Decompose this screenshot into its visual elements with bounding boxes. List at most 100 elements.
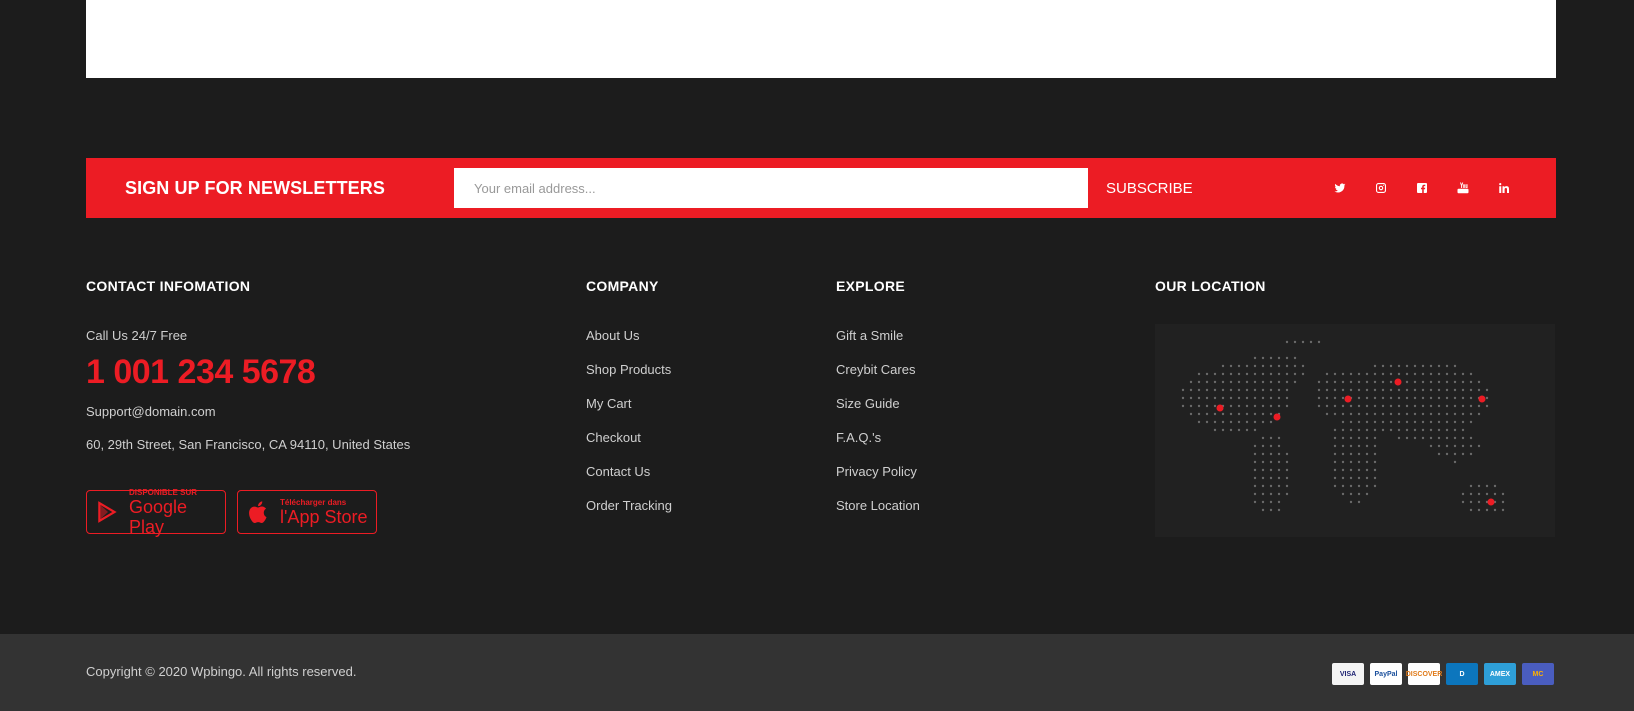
map-dot: [1293, 372, 1297, 376]
map-dot: [1237, 364, 1241, 368]
map-dot: [1341, 492, 1345, 496]
map-dot: [1229, 364, 1233, 368]
map-dot: [1461, 452, 1465, 456]
map-dot: [1453, 364, 1457, 368]
map-dot: [1333, 444, 1337, 448]
map-dot: [1229, 380, 1233, 384]
phone-number[interactable]: 1 001 234 5678: [86, 353, 546, 392]
map-dot: [1469, 484, 1473, 488]
map-dot: [1269, 420, 1273, 424]
location-pin-icon[interactable]: [1478, 395, 1486, 403]
map-dot: [1429, 372, 1433, 376]
map-dot: [1349, 412, 1353, 416]
map-dot: [1205, 388, 1209, 392]
map-dot: [1365, 388, 1369, 392]
map-dot: [1405, 372, 1409, 376]
map-dot: [1333, 468, 1337, 472]
list-item: Checkout: [586, 430, 672, 464]
location-pin-icon[interactable]: [1273, 413, 1281, 421]
link-checkout[interactable]: Checkout: [586, 430, 641, 445]
map-dot: [1469, 436, 1473, 440]
support-email[interactable]: Support@domain.com: [86, 404, 546, 419]
map-dot: [1365, 380, 1369, 384]
map-dot: [1469, 388, 1473, 392]
map-dot: [1221, 428, 1225, 432]
map-dot: [1253, 492, 1257, 496]
contact-column: CONTACT INFOMATION Call Us 24/7 Free 1 0…: [86, 278, 546, 537]
map-dot: [1277, 500, 1281, 504]
map-dot: [1253, 356, 1257, 360]
map-dot: [1341, 468, 1345, 472]
map-dot: [1189, 404, 1193, 408]
map-dot: [1261, 460, 1265, 464]
map-dot: [1237, 396, 1241, 400]
link-faqs[interactable]: F.A.Q.'s: [836, 430, 881, 445]
link-my-cart[interactable]: My Cart: [586, 396, 632, 411]
map-dot: [1277, 452, 1281, 456]
map-dot: [1413, 412, 1417, 416]
map-dot: [1461, 404, 1465, 408]
google-play-button[interactable]: DISPONIBLE SUR Google Play: [86, 488, 226, 537]
map-dot: [1317, 396, 1321, 400]
map-dot: [1453, 460, 1457, 464]
link-store-location[interactable]: Store Location: [836, 498, 920, 513]
youtube-icon[interactable]: [1454, 177, 1472, 199]
map-dot: [1285, 340, 1289, 344]
map-dot: [1437, 444, 1441, 448]
map-dot: [1349, 492, 1353, 496]
location-pin-icon[interactable]: [1344, 395, 1352, 403]
link-shop-products[interactable]: Shop Products: [586, 362, 671, 377]
list-item: F.A.Q.'s: [836, 430, 920, 464]
link-creybit-cares[interactable]: Creybit Cares: [836, 362, 915, 377]
map-dot: [1437, 412, 1441, 416]
map-dot: [1229, 396, 1233, 400]
location-pin-icon[interactable]: [1216, 404, 1224, 412]
map-dot: [1269, 444, 1273, 448]
map-dot: [1285, 388, 1289, 392]
location-column: OUR LOCATION: [1155, 278, 1555, 537]
location-pin-icon[interactable]: [1394, 378, 1402, 386]
map-dot: [1253, 428, 1257, 432]
map-dot: [1197, 388, 1201, 392]
instagram-icon[interactable]: [1372, 177, 1390, 199]
map-dot: [1453, 444, 1457, 448]
location-pin-icon[interactable]: [1487, 498, 1495, 506]
subscribe-button[interactable]: SUBSCRIBE: [1106, 168, 1216, 208]
link-privacy-policy[interactable]: Privacy Policy: [836, 464, 917, 479]
map-dot: [1261, 364, 1265, 368]
map-dot: [1245, 388, 1249, 392]
map-dot: [1301, 364, 1305, 368]
map-dot: [1429, 380, 1433, 384]
list-item: Contact Us: [586, 464, 672, 498]
map-dot: [1189, 396, 1193, 400]
link-contact-us[interactable]: Contact Us: [586, 464, 650, 479]
link-about-us[interactable]: About Us: [586, 328, 639, 343]
link-gift-a-smile[interactable]: Gift a Smile: [836, 328, 903, 343]
map-dot: [1285, 404, 1289, 408]
map-dot: [1429, 444, 1433, 448]
map-dot: [1277, 476, 1281, 480]
map-dot: [1381, 412, 1385, 416]
map-dot: [1285, 396, 1289, 400]
payment-icon-discover: DISCOVER: [1406, 663, 1442, 685]
app-store-button[interactable]: Télécharger dans l'App Store: [237, 490, 377, 534]
facebook-icon[interactable]: [1413, 177, 1431, 199]
world-map[interactable]: [1155, 324, 1555, 537]
twitter-icon[interactable]: [1331, 177, 1349, 199]
map-dot: [1237, 388, 1241, 392]
map-dot: [1389, 412, 1393, 416]
map-dot: [1485, 492, 1489, 496]
map-dot: [1461, 436, 1465, 440]
map-dot: [1245, 380, 1249, 384]
link-order-tracking[interactable]: Order Tracking: [586, 498, 672, 513]
map-dot: [1261, 356, 1265, 360]
map-dot: [1373, 452, 1377, 456]
payment-icon-amex: AMEX: [1484, 663, 1516, 685]
map-dot: [1333, 460, 1337, 464]
link-size-guide[interactable]: Size Guide: [836, 396, 900, 411]
email-input[interactable]: [454, 168, 1088, 208]
list-item: About Us: [586, 328, 672, 362]
linkedin-icon[interactable]: [1495, 177, 1513, 199]
map-dot: [1325, 380, 1329, 384]
map-dot: [1349, 476, 1353, 480]
